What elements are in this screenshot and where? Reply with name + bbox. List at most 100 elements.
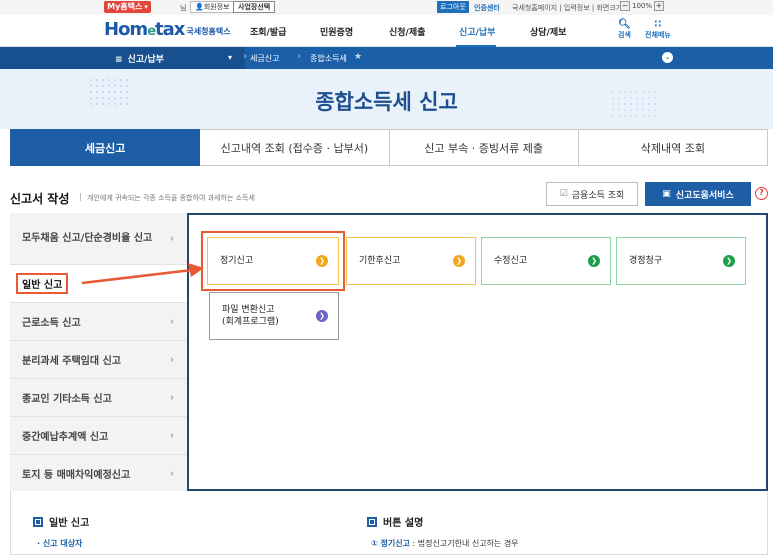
chevron-right-icon: › [170,430,174,441]
breadcrumb-tax-report[interactable]: 세금신고 [250,53,279,64]
favorite-star-icon[interactable]: ★ [354,52,362,62]
file-convert-report-button[interactable]: 파일 변환신고 (회계프로그램) ❯ [209,292,339,340]
zoom-out-button[interactable]: − [620,1,630,11]
arrow-right-icon: ❯ [588,255,600,267]
all-menu-button[interactable]: ∷ 전체메뉴 [645,19,671,40]
document-check-icon: ☑ [559,189,568,199]
annotation-arrow-icon [81,263,204,285]
left-menu: 모두채움 신고/단순경비율 신고 › 일반 신고 근로소득 신고 › 분리과세 … [10,213,188,493]
square-bullet-icon [367,516,377,527]
breadcrumb-expand-icon[interactable]: ⌄ [662,52,673,63]
sidebar-item-label: 중간예납추계액 신고 [22,432,109,443]
grid-icon: ∷ [654,19,662,30]
tab-deleted-history[interactable]: 삭제내역 조회 [578,129,768,166]
info-section: 일반 신고 · 신고 대상자 버튼 설명 ① 정기신고 : 법정신고기한내 신고… [10,491,768,555]
square-bullet-icon [33,516,43,527]
page-title: 종합소득세 신고 [315,90,458,114]
financial-income-button[interactable]: ☑ 금융소득 조회 [546,182,638,206]
tab-tax-report[interactable]: 세금신고 [10,129,201,166]
info-button-term: ① 정기신고 [371,539,410,548]
chevron-right-icon: › [170,468,174,479]
sidebar-item-earned-income[interactable]: 근로소득 신고 › [10,303,188,341]
report-help-button[interactable]: ▣ 신고도움서비스 [645,182,751,206]
sidebar-item-label: 일반 신고 [16,273,69,294]
report-type-panel: 정기신고 ❯ 기한후신고 ❯ 수정신고 ❯ 경정청구 ❯ 파일 변환신고 (회계프… [187,213,768,491]
card-label-line1: 파일 변환신고 [222,305,275,315]
chevron-right-icon: › [170,392,174,403]
zoom-value: 100% [632,2,653,10]
logo-text: Hom [104,19,148,40]
logo-tail: tax [155,19,185,40]
utility-bar: My홈택스 님 👤회원정보 사업장선택 로그아웃 인증센터 국세청홈페이지 | … [0,0,773,15]
sidebar-item-land-sale[interactable]: 토지 등 매매차익예정신고 › [10,455,188,493]
title-banner: 종합소득세 신고 [0,69,773,129]
info-general-heading: 일반 신고 [33,514,89,529]
correction-claim-button[interactable]: 경정청구 ❯ [616,237,746,285]
menu-title-label: 신고/납부 [127,55,164,65]
menu-title[interactable]: ≡ 신고/납부 [115,52,164,65]
info-general-item: · 신고 대상자 [37,538,82,549]
card-label: 정기신고 [220,256,254,266]
search-icon: 🔍︎ [618,19,631,30]
main-header: Hometax 국세청홈택스 조회/발급 민원증명 신청/제출 신고/납부 상담… [0,15,773,47]
sidebar-item-label: 모두채움 신고/단순경비율 신고 [22,233,153,244]
card-label: 경정청구 [629,256,663,266]
sidebar-item-rental[interactable]: 분리과세 주택임대 신고 › [10,341,188,379]
tab-report-history[interactable]: 신고내역 조회 (접수증 · 납부서) [200,129,390,166]
book-icon: ▣ [662,189,671,199]
sidebar-item-label: 분리과세 주택임대 신고 [22,356,121,367]
info-general-title: 일반 신고 [49,518,90,529]
nav-consult[interactable]: 상담/제보 [530,25,566,38]
arrow-right-icon: ❯ [316,310,328,322]
nav-certificate[interactable]: 민원증명 [320,25,353,38]
dropdown-caret-icon[interactable]: ▾ [228,53,232,62]
logo-e: e [147,24,156,39]
regular-report-button[interactable]: 정기신고 ❯ [201,231,345,291]
nav-inquiry[interactable]: 조회/발급 [250,25,286,38]
info-button-heading: 버튼 설명 [367,514,423,529]
logout-button[interactable]: 로그아웃 [437,1,469,13]
member-info-button[interactable]: 👤회원정보 [190,1,235,13]
sidebar-item-label: 종교인 기타소득 신고 [22,394,112,405]
business-select-button[interactable]: 사업장선택 [233,1,276,13]
card-label: 기한후신고 [359,256,401,266]
section-title: 신고서 작성 [10,192,70,206]
my-hometax-button[interactable]: My홈택스 [104,1,151,13]
nav-application[interactable]: 신청/제출 [389,25,425,38]
member-info-label: 회원정보 [203,3,230,11]
hamburger-icon: ≡ [115,55,123,65]
sidebar-item-label: 토지 등 매매차익예정신고 [22,470,131,481]
arrow-right-icon: ❯ [316,255,328,267]
sidebar-item-religious[interactable]: 종교인 기타소득 신고 › [10,379,188,417]
arrow-right-icon: ❯ [723,255,735,267]
search-button[interactable]: 🔍︎ 검색 [618,19,631,40]
breadcrumb: ≡ 신고/납부 ▾ › 세금신고 › 종합소득세 ★ ⌄ [0,47,773,69]
breadcrumb-separator-icon: › [297,51,301,62]
financial-income-label: 금융소득 조회 [571,190,625,201]
info-general-item-text: · 신고 대상자 [37,539,83,548]
chevron-right-icon: › [170,316,174,327]
tab-bar: 세금신고 신고내역 조회 (접수증 · 납부서) 신고 부속 · 증빙서류 제출… [10,129,768,166]
cert-center-link[interactable]: 인증센터 [474,3,500,13]
info-button-text: : 법정신고기한내 신고하는 경우 [410,539,519,548]
tab-attachments[interactable]: 신고 부속 · 증빙서류 제출 [389,129,579,166]
late-report-button[interactable]: 기한후신고 ❯ [346,237,476,285]
info-button-title: 버튼 설명 [383,518,424,529]
help-question-icon[interactable]: ? [755,187,768,200]
card-label: 수정신고 [494,256,528,266]
all-menu-label: 전체메뉴 [645,31,671,39]
nav-report-payment[interactable]: 신고/납부 [459,25,495,38]
section-description: 개인에게 귀속되는 각종 소득을 종합하여 과세하는 소득세 [80,193,255,203]
person-icon: 👤 [195,3,204,11]
zoom-in-button[interactable]: + [654,1,665,11]
breadcrumb-income-tax[interactable]: 종합소득세 [310,53,347,64]
amended-report-button[interactable]: 수정신고 ❯ [481,237,611,285]
hometax-logo[interactable]: Hometax 국세청홈택스 [104,19,231,40]
sidebar-item-interim[interactable]: 중간예납추계액 신고 › [10,417,188,455]
card-label: 파일 변환신고 (회계프로그램) [222,304,279,328]
zoom-control: − 100% + [596,1,665,11]
arrow-right-icon: ❯ [453,255,465,267]
sidebar-item-prefilled[interactable]: 모두채움 신고/단순경비율 신고 › [10,213,188,265]
breadcrumb-separator-icon: › [243,51,247,62]
search-label: 검색 [618,31,631,39]
